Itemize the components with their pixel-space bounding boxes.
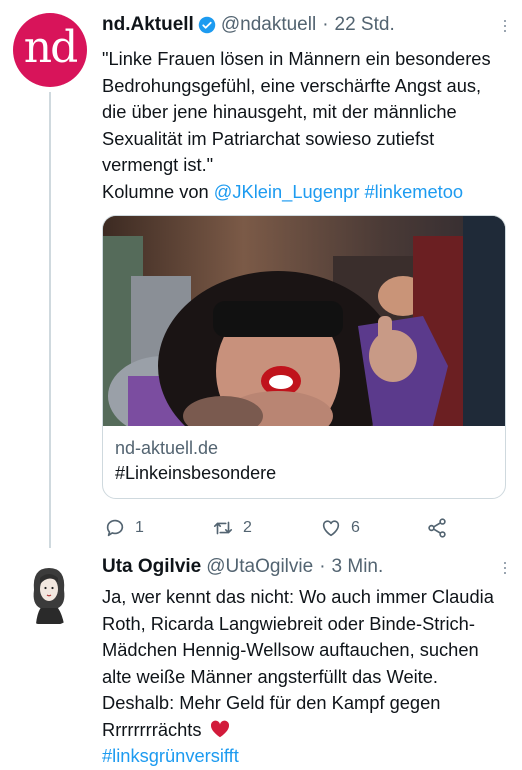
retweet-button[interactable]: 2: [212, 517, 320, 539]
hashtag-link-2[interactable]: #linksgrünversifft: [102, 745, 239, 766]
timestamp[interactable]: 22 Std.: [335, 14, 395, 36]
author-handle-2[interactable]: @UtaOgilvie: [206, 556, 313, 578]
author-name-2[interactable]: Uta Ogilvie: [102, 556, 201, 578]
reply-count: 1: [135, 519, 144, 536]
tweet-actions: 1 2 6: [102, 513, 508, 543]
hashtag-link[interactable]: #linkemetoo: [365, 181, 464, 202]
tweet-text: "Linke Frauen lösen in Männern ein beson…: [102, 46, 508, 205]
link-card[interactable]: nd-aktuell.de #Linkeinsbesondere: [102, 215, 506, 499]
credit-prefix: Kolumne von: [102, 180, 214, 202]
like-button[interactable]: 6: [320, 517, 426, 539]
mention-link[interactable]: @JKlein_Lugenpr: [214, 181, 360, 202]
tweet-header: nd.Aktuell @ndaktuell · 22 Std.: [102, 10, 508, 40]
timestamp-2[interactable]: 3 Min.: [332, 556, 384, 578]
heart-emoji-icon: [210, 720, 229, 737]
avatar-uta[interactable]: [16, 560, 82, 626]
avatar-nd[interactable]: nd: [13, 13, 87, 87]
author-name[interactable]: nd.Aktuell: [102, 14, 194, 36]
card-meta: nd-aktuell.de #Linkeinsbesondere: [103, 426, 505, 498]
author-handle[interactable]: @ndaktuell: [221, 14, 316, 36]
like-count: 6: [351, 519, 360, 536]
tweet-2: Uta Ogilvie @UtaOgilvie · 3 Min. Ja, wer…: [102, 552, 508, 770]
verified-badge-icon: [198, 16, 216, 34]
thread-line: [49, 92, 51, 548]
card-domain: nd-aktuell.de: [115, 438, 219, 458]
share-icon: [428, 518, 446, 538]
retweet-icon: [213, 521, 233, 535]
tweet-header-2: Uta Ogilvie @UtaOgilvie · 3 Min.: [102, 552, 508, 582]
separator: ·: [322, 14, 329, 35]
tweet-1: nd.Aktuell @ndaktuell · 22 Std. "Linke F…: [102, 10, 508, 543]
credit-line: Kolumne von @JKlein_Lugenpr #linkemetoo: [102, 179, 508, 206]
retweet-count: 2: [243, 519, 252, 536]
avatar-illustration: [16, 560, 82, 626]
share-button[interactable]: [426, 517, 448, 539]
card-image: [103, 216, 505, 426]
reply-button[interactable]: 1: [104, 517, 212, 539]
like-icon: [322, 520, 340, 537]
separator-2: ·: [319, 556, 326, 577]
avatar-logo-text: nd: [23, 21, 78, 73]
reply-icon: [106, 519, 124, 537]
card-title: #Linkeinsbesondere: [115, 463, 277, 483]
quote-text: "Linke Frauen lösen in Männern ein beson…: [102, 48, 491, 175]
tweet-body-2: Ja, wer kennt das nicht: Wo auch immer C…: [102, 586, 494, 740]
tweet-text-2: Ja, wer kennt das nicht: Wo auch immer C…: [102, 584, 508, 770]
